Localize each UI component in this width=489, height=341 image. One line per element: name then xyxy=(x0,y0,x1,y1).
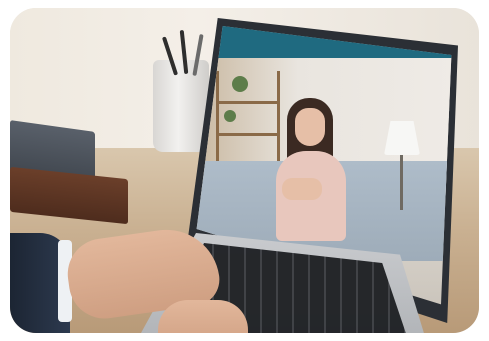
person-hands xyxy=(282,178,322,200)
photo-frame: ■ ◀ ● ✕ xyxy=(10,8,479,333)
pen-cup xyxy=(153,60,209,152)
shelf xyxy=(219,101,277,104)
office-scene: ■ ◀ ● ✕ xyxy=(10,8,479,333)
plant xyxy=(232,76,248,92)
plant xyxy=(224,110,236,122)
shelf xyxy=(219,133,277,136)
lamp-stand xyxy=(400,155,403,210)
right-hand xyxy=(158,300,248,333)
person-face xyxy=(295,108,325,146)
